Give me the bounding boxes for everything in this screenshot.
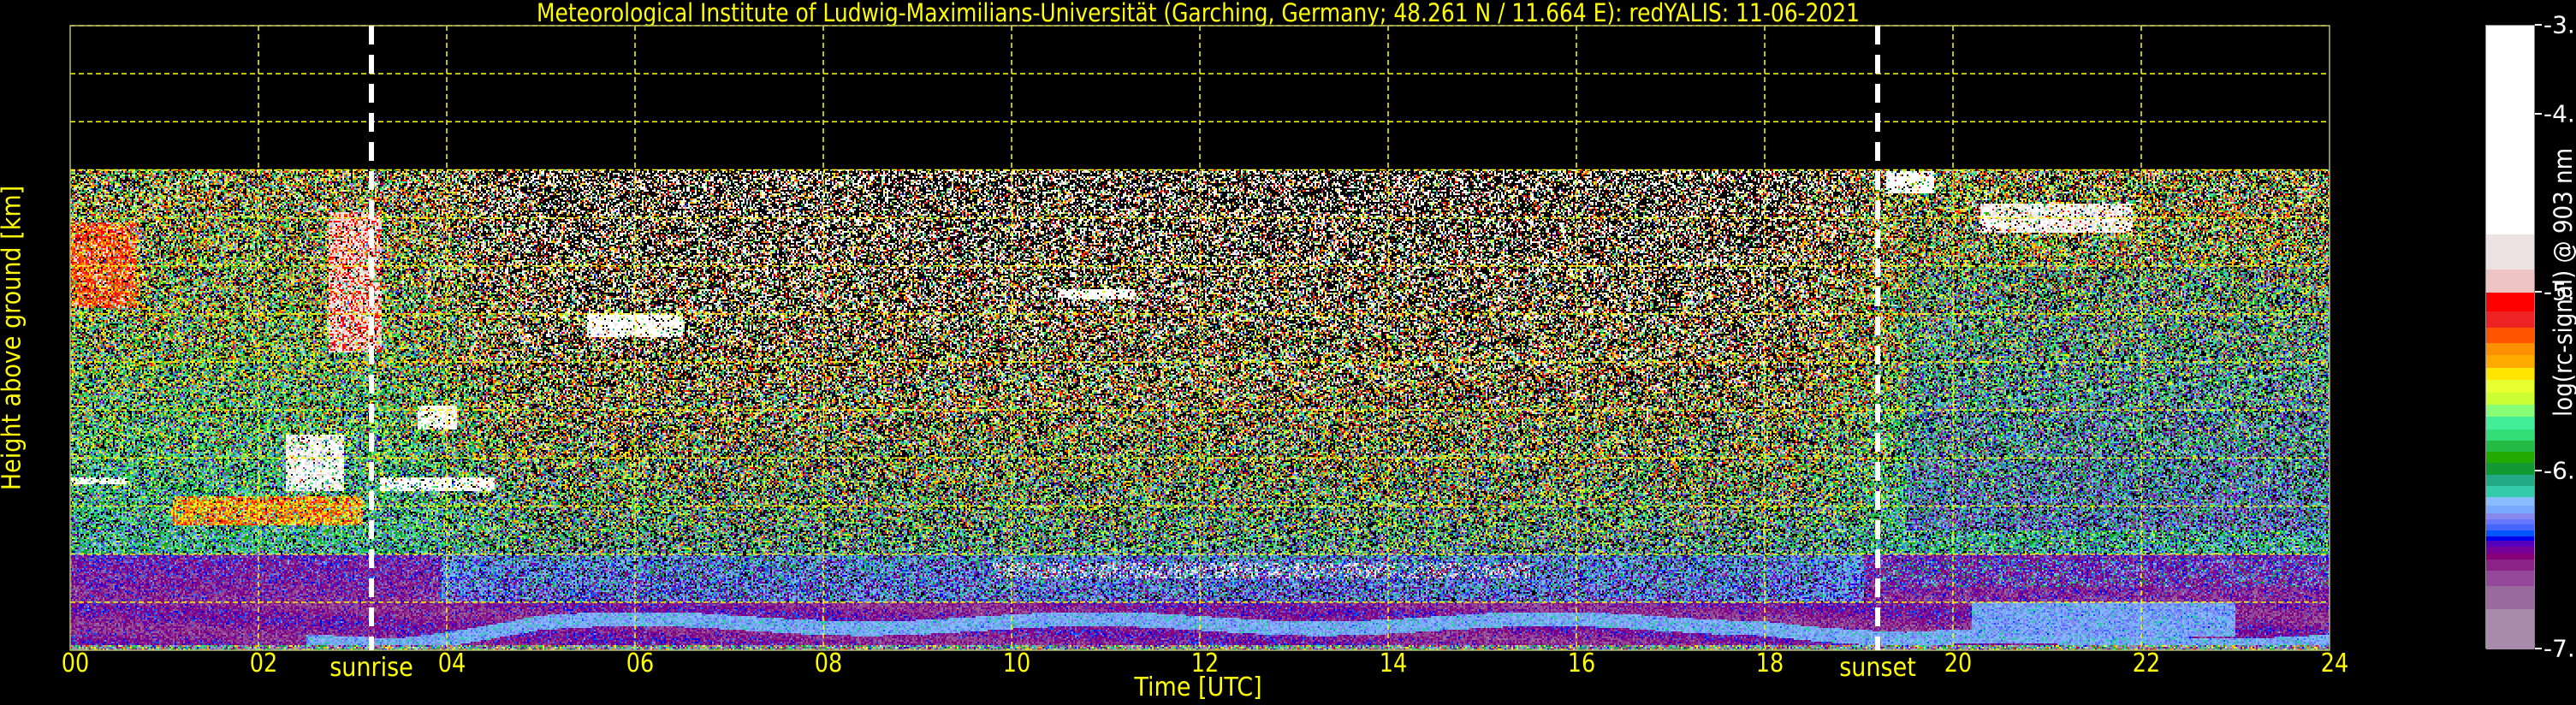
sunset-label: sunset [1839,653,1916,683]
x-tick-label: 14 [1379,649,1408,678]
colorbar-tick-mark [2535,648,2542,649]
colorbar-segment [2486,553,2534,560]
colorbar-segment [2486,585,2534,609]
colorbar-segment [2486,530,2534,536]
colorbar-segment [2486,518,2534,525]
colorbar-segment [2486,392,2534,406]
colorbar-segment [2486,485,2534,498]
colorbar-segment [2486,536,2534,541]
x-tick-label: 00 [61,649,90,678]
colorbar-segment [2486,540,2534,547]
x-tick-label: 02 [249,649,278,678]
colorbar-segment [2486,404,2534,418]
colorbar-tick-label: -7.0 [2543,634,2576,663]
colorbar-segment [2486,416,2534,430]
x-tick-label: 04 [437,649,466,678]
x-axis-label: Time [UTC] [1134,672,1262,702]
colorbar-segment [2486,269,2534,293]
colorbar-tick-mark [2535,291,2542,293]
colorbar-segment [2486,292,2534,311]
colorbar-segment [2486,505,2534,514]
x-tick-label: 22 [2132,649,2161,678]
colorbar-label: log(rc-signal) @ 903 nm [2549,147,2576,418]
colorbar-segment [2486,451,2534,464]
colorbar-segment [2486,462,2534,475]
colorbar-tick-mark [2535,113,2542,116]
colorbar-segment [2486,608,2534,650]
y-axis-label: Height above ground [km] [0,185,27,491]
colorbar-segment [2486,354,2534,369]
x-tick-label: 18 [1755,649,1784,678]
x-tick-label: 08 [814,649,843,678]
colorbar-segment [2486,234,2534,270]
x-tick-label: 06 [626,649,655,678]
x-tick-label: 10 [1002,649,1031,678]
x-tick-label: 16 [1567,649,1596,678]
colorbar-tick-mark [2535,469,2542,471]
colorbar-segment [2486,440,2534,453]
colorbar [2485,25,2535,650]
colorbar-segment [2486,311,2534,329]
colorbar-segment [2486,496,2534,506]
colorbar-segment [2486,570,2534,587]
colorbar-tick-label: -4.0 [2543,99,2576,128]
colorbar-segment [2486,512,2534,520]
plot-grid-overlay [69,25,2330,651]
colorbar-segment [2486,474,2534,486]
colorbar-tick-mark [2535,24,2542,26]
colorbar-segment [2486,379,2534,393]
colorbar-tick-label: -3.5 [2543,10,2576,39]
colorbar-segment [2486,524,2534,531]
colorbar-segment [2486,327,2534,343]
colorbar-segment [2486,546,2534,554]
x-tick-label: 20 [1944,649,1973,678]
sunrise-label: sunrise [329,653,413,683]
colorbar-segment [2486,559,2534,572]
colorbar-segment [2486,342,2534,356]
colorbar-segment [2486,429,2534,441]
x-tick-label: 24 [2320,649,2349,678]
colorbar-tick-label: -6.0 [2543,456,2576,485]
colorbar-segment [2486,367,2534,381]
colorbar-segment [2486,26,2534,235]
